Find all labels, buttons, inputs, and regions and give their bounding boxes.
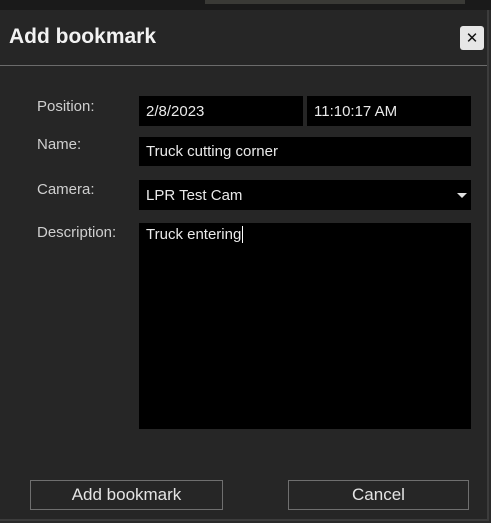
cancel-button[interactable]: Cancel xyxy=(288,480,469,510)
description-textarea[interactable]: Truck entering xyxy=(139,223,471,429)
description-text: Truck entering xyxy=(146,226,242,243)
description-label: Description: xyxy=(37,224,117,241)
time-field[interactable]: 11:10:17 AM xyxy=(307,96,471,126)
chevron-down-icon[interactable] xyxy=(457,193,467,198)
dialog-title-bar: Add bookmark ✕ xyxy=(0,10,487,66)
dialog-title: Add bookmark xyxy=(9,25,157,48)
date-field[interactable]: 2/8/2023 xyxy=(139,96,303,126)
name-label: Name: xyxy=(37,136,82,153)
background-window-strip xyxy=(0,0,491,10)
name-field[interactable]: Truck cutting corner xyxy=(139,137,471,166)
close-icon: ✕ xyxy=(465,30,479,47)
text-cursor xyxy=(242,226,244,243)
background-window-highlight xyxy=(205,0,465,4)
camera-label: Camera: xyxy=(37,181,95,198)
close-button[interactable]: ✕ xyxy=(460,26,484,50)
camera-select-value: LPR Test Cam xyxy=(146,186,243,204)
add-bookmark-button[interactable]: Add bookmark xyxy=(30,480,223,510)
camera-select[interactable]: LPR Test Cam xyxy=(139,180,471,210)
add-bookmark-dialog: Add bookmark ✕ Position: 2/8/2023 11:10:… xyxy=(0,10,489,521)
position-label: Position: xyxy=(37,98,95,115)
